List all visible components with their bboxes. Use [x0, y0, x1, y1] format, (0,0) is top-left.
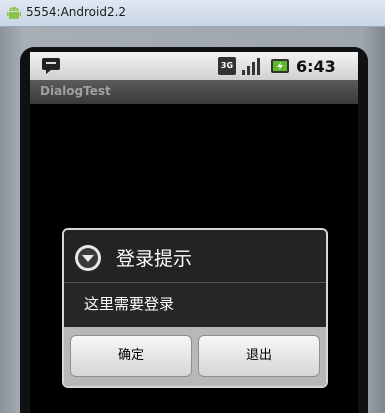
dialog-title: 登录提示 [116, 248, 193, 270]
info-arrow-icon [75, 245, 101, 271]
status-bar: 3G 6:43 AM [30, 52, 358, 94]
app-title: DialogTest [40, 84, 111, 98]
notification-message-icon[interactable] [40, 56, 62, 76]
dialog-body: 这里需要登录 [64, 283, 326, 327]
network-type-label: 3G [221, 61, 233, 70]
device-screen: 3G 6:43 AM DialogTest 登录提示 [30, 52, 358, 413]
dialog-header: 登录提示 [64, 230, 326, 283]
3g-icon: 3G [218, 57, 236, 75]
exit-button[interactable]: 退出 [198, 335, 320, 377]
ok-button[interactable]: 确定 [70, 335, 192, 377]
app-title-bar: DialogTest [30, 80, 358, 104]
signal-strength-icon [242, 58, 260, 75]
login-dialog: 登录提示 这里需要登录 确定 退出 [62, 228, 328, 388]
dialog-button-bar: 确定 退出 [64, 327, 326, 386]
android-icon [7, 7, 21, 19]
clock-time: 6:43 [296, 57, 336, 76]
battery-charging-icon [271, 59, 289, 73]
emulator-titlebar: 5554:Android2.2 [0, 0, 385, 27]
dialog-message: 这里需要登录 [84, 295, 175, 313]
window-title: 5554:Android2.2 [26, 5, 127, 19]
